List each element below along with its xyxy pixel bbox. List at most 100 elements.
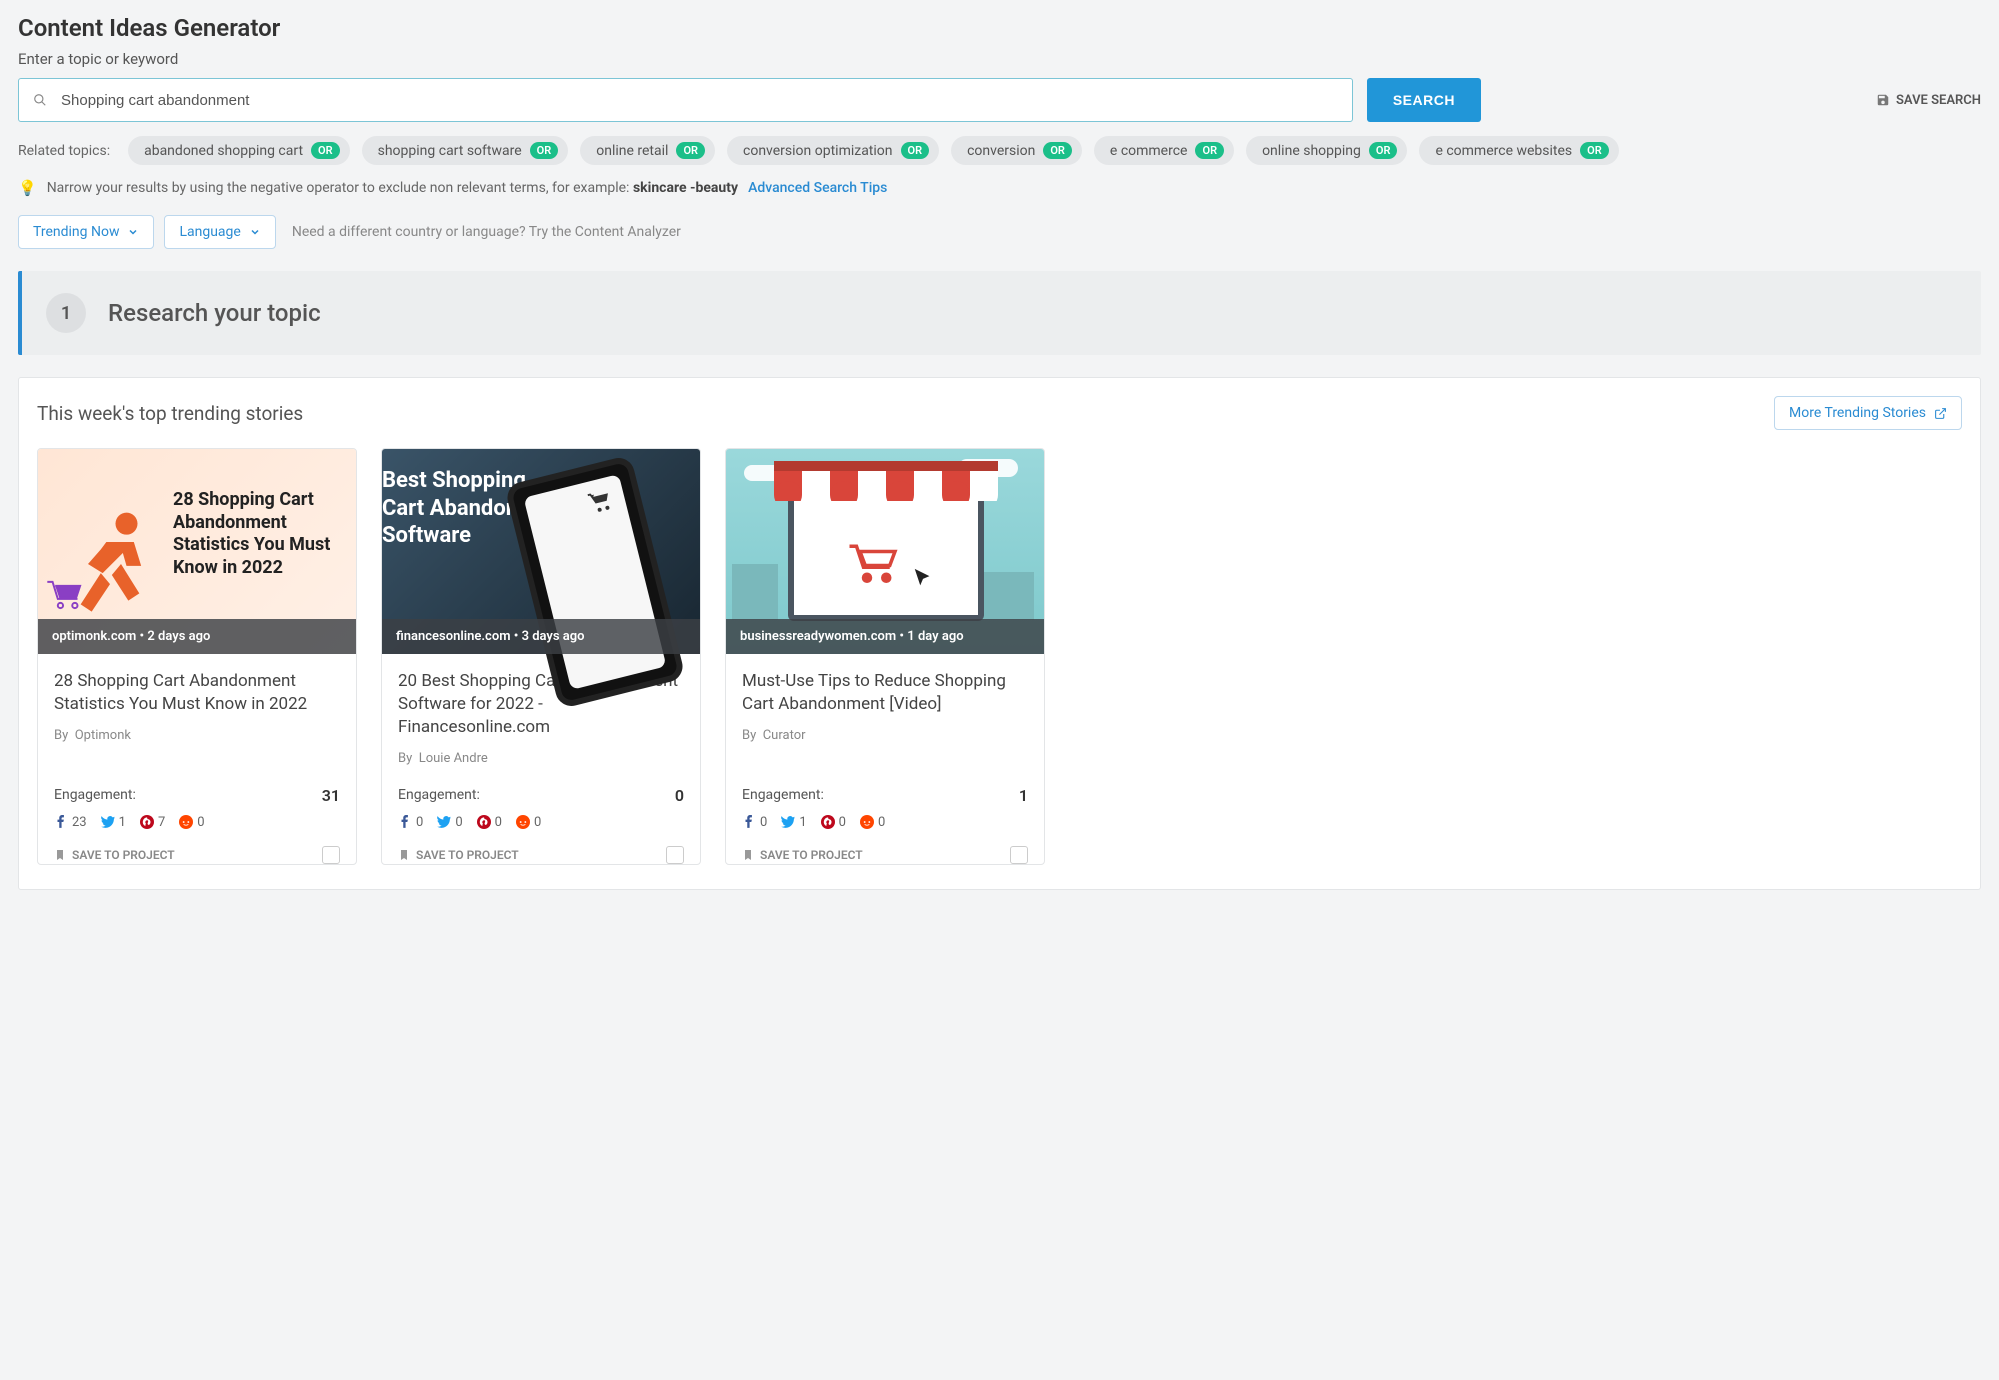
trending-now-filter[interactable]: Trending Now: [18, 215, 154, 249]
save-to-project-button[interactable]: SAVE TO PROJECT: [54, 848, 175, 862]
cart-icon: [586, 487, 615, 516]
step-number: 1: [46, 293, 86, 333]
select-checkbox[interactable]: [666, 846, 684, 864]
search-box[interactable]: [18, 78, 1353, 122]
pn-count: 0: [495, 815, 502, 830]
chip-label: abandoned shopping cart: [144, 143, 303, 159]
card-image: 28 Shopping Cart Abandonment Statistics …: [38, 449, 356, 654]
story-card[interactable]: 28 Shopping Cart Abandonment Statistics …: [37, 448, 357, 865]
filter-label: Trending Now: [33, 224, 119, 240]
related-chip[interactable]: shopping cart software OR: [362, 136, 569, 165]
save-search-label: SAVE SEARCH: [1896, 93, 1981, 108]
facebook-icon: [742, 815, 756, 829]
chevron-down-icon: [249, 226, 261, 238]
card-author: Louie Andre: [419, 751, 488, 766]
card-overlay-text: 28 Shopping Cart Abandonment Statistics …: [173, 489, 348, 579]
fb-count: 23: [72, 815, 87, 830]
twitter-icon: [101, 815, 115, 829]
lightbulb-icon: 💡: [18, 179, 37, 197]
story-card[interactable]: Best Shopping Cart Abandonment Software …: [381, 448, 701, 865]
card-title: 28 Shopping Cart Abandonment Statistics …: [54, 670, 340, 716]
card-age: 1 day ago: [907, 629, 963, 644]
engagement-value: 31: [322, 786, 340, 805]
bookmark-icon: [54, 848, 66, 862]
or-badge: OR: [676, 142, 705, 159]
or-badge: OR: [1580, 142, 1609, 159]
card-title: Must-Use Tips to Reduce Shopping Cart Ab…: [742, 670, 1028, 716]
save-search-button[interactable]: SAVE SEARCH: [1876, 93, 1981, 108]
or-badge: OR: [311, 142, 340, 159]
or-badge: OR: [1369, 142, 1398, 159]
chip-label: online shopping: [1262, 143, 1361, 159]
running-person-icon: [68, 509, 163, 619]
card-author: Optimonk: [75, 728, 131, 743]
related-chip[interactable]: online retail OR: [580, 136, 715, 165]
chip-label: shopping cart software: [378, 143, 522, 159]
or-badge: OR: [1043, 142, 1072, 159]
by-label: By: [742, 728, 756, 743]
chip-label: conversion optimization: [743, 143, 893, 159]
search-button[interactable]: SEARCH: [1367, 78, 1481, 122]
social-row: 23 1 7 0: [38, 805, 356, 836]
rd-count: 0: [197, 815, 204, 830]
save-to-project-button[interactable]: SAVE TO PROJECT: [742, 848, 863, 862]
bookmark-icon: [742, 848, 754, 862]
engagement-label: Engagement:: [398, 787, 480, 803]
cart-icon: [846, 539, 902, 585]
engagement-value: 1: [1019, 786, 1028, 805]
pn-count: 7: [158, 815, 165, 830]
awning-icon: [774, 461, 998, 501]
tip-text: Narrow your results by using the negativ…: [47, 180, 633, 196]
engagement-label: Engagement:: [54, 787, 136, 803]
save-icon: [1876, 93, 1890, 107]
card-image: businessreadywomen.com • 1 day ago: [726, 449, 1044, 654]
bookmark-icon: [398, 848, 410, 862]
pinterest-icon: [821, 815, 835, 829]
trending-title: This week's top trending stories: [37, 402, 303, 425]
card-source: optimonk.com: [52, 629, 136, 644]
by-label: By: [398, 751, 412, 766]
pinterest-icon: [477, 815, 491, 829]
search-icon: [33, 93, 47, 107]
related-chip[interactable]: conversion OR: [951, 136, 1082, 165]
rd-count: 0: [534, 815, 541, 830]
related-label: Related topics:: [18, 143, 110, 159]
pn-count: 0: [839, 815, 846, 830]
chip-label: conversion: [967, 143, 1035, 159]
save-to-project-button[interactable]: SAVE TO PROJECT: [398, 848, 519, 862]
select-checkbox[interactable]: [1010, 846, 1028, 864]
reddit-icon: [860, 815, 874, 829]
facebook-icon: [398, 815, 412, 829]
tip-example: skincare -beauty: [633, 180, 738, 196]
or-badge: OR: [1195, 142, 1224, 159]
card-author: Curator: [763, 728, 806, 743]
more-trending-button[interactable]: More Trending Stories: [1774, 396, 1962, 430]
related-chip[interactable]: online shopping OR: [1246, 136, 1407, 165]
page-subtitle: Enter a topic or keyword: [18, 50, 1981, 68]
related-chip[interactable]: conversion optimization OR: [727, 136, 939, 165]
chip-label: e commerce websites: [1435, 143, 1572, 159]
by-label: By: [54, 728, 68, 743]
related-chip[interactable]: e commerce websites OR: [1419, 136, 1618, 165]
or-badge: OR: [530, 142, 559, 159]
social-row: 0 0 0 0: [382, 805, 700, 836]
search-input[interactable]: [47, 92, 1338, 109]
story-card[interactable]: businessreadywomen.com • 1 day ago Must-…: [725, 448, 1045, 865]
external-link-icon: [1934, 407, 1947, 420]
advanced-tips-link[interactable]: Advanced Search Tips: [748, 180, 887, 196]
related-chip[interactable]: e commerceOR: [1094, 136, 1234, 165]
select-checkbox[interactable]: [322, 846, 340, 864]
section-title: Research your topic: [108, 299, 321, 327]
reddit-icon: [179, 815, 193, 829]
social-row: 0 1 0 0: [726, 805, 1044, 836]
filter-hint: Need a different country or language? Tr…: [292, 224, 681, 240]
tw-count: 1: [119, 815, 126, 830]
language-filter[interactable]: Language: [164, 215, 275, 249]
rd-count: 0: [878, 815, 885, 830]
chevron-down-icon: [127, 226, 139, 238]
or-badge: OR: [901, 142, 930, 159]
card-source: financesonline.com: [396, 629, 510, 644]
chip-label: online retail: [596, 143, 668, 159]
card-image: Best Shopping Cart Abandonment Software …: [382, 449, 700, 654]
related-chip[interactable]: abandoned shopping cart OR: [128, 136, 350, 165]
